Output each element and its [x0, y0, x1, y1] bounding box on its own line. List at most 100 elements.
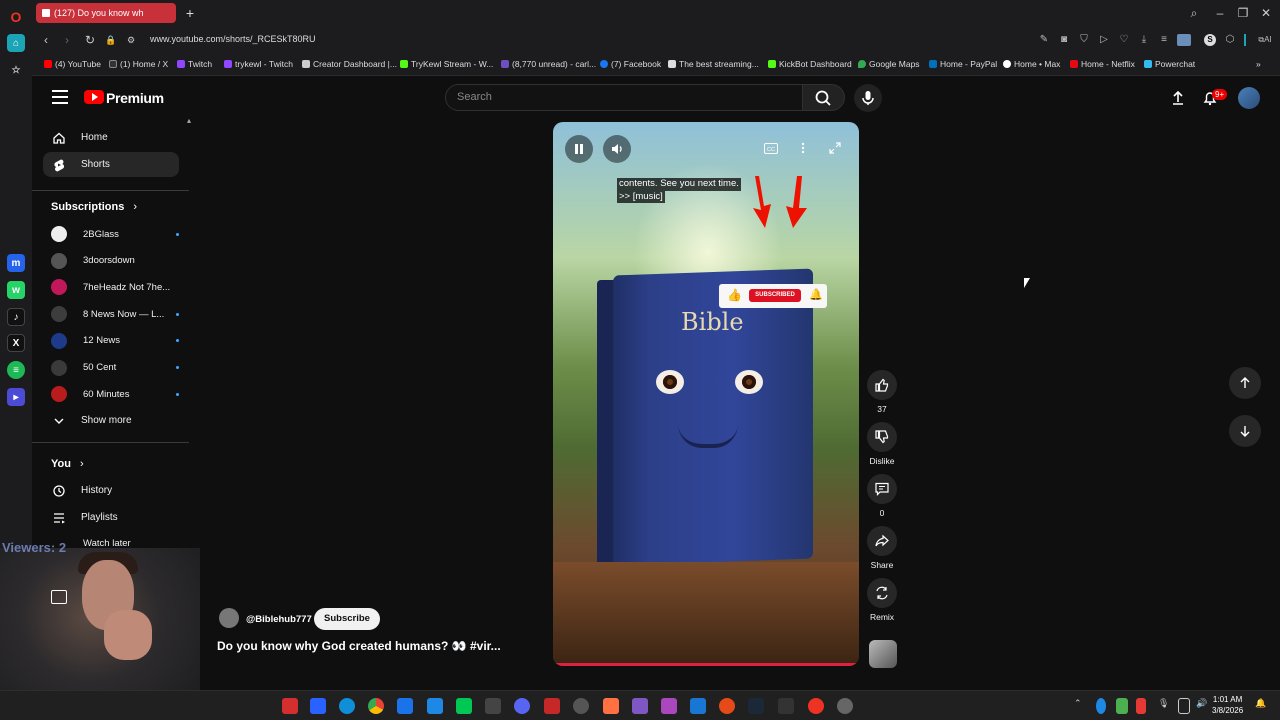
brand-label[interactable]: Premium — [106, 90, 164, 106]
create-upload-icon[interactable] — [1169, 89, 1187, 107]
heart-icon[interactable]: ♡ — [1118, 34, 1130, 46]
bookmark-item[interactable]: Home - Netflix — [1070, 59, 1135, 69]
site-settings-icon[interactable]: ⚙ — [123, 32, 139, 48]
whatsapp-icon[interactable]: w — [7, 281, 25, 299]
reload-icon[interactable]: ↻ — [82, 32, 98, 48]
epic-games-icon[interactable] — [778, 698, 794, 714]
sidebar-item-shorts[interactable]: Shorts — [43, 152, 179, 177]
taskbar-app-icon[interactable] — [603, 698, 619, 714]
taskbar-app-icon[interactable] — [397, 698, 413, 714]
back-icon[interactable]: ‹ — [38, 32, 54, 48]
bookmark-item[interactable]: (7) Facebook — [600, 59, 661, 69]
volume-button[interactable] — [603, 135, 631, 163]
opera-logo-icon[interactable]: O — [7, 8, 25, 26]
next-short-button[interactable] — [1229, 415, 1261, 447]
pinboard-icon[interactable]: ☆ — [7, 61, 25, 79]
remix-button[interactable]: Remix — [867, 578, 897, 622]
bookmarks-overflow-icon[interactable]: » — [1256, 59, 1261, 69]
taskbar-app-icon[interactable] — [661, 698, 677, 714]
taskbar-app-icon[interactable] — [544, 698, 560, 714]
steam-icon[interactable] — [748, 698, 764, 714]
bookmark-item[interactable]: TryKewl Stream - W... — [400, 59, 493, 69]
taskbar-app-icon[interactable] — [837, 698, 853, 714]
edit-icon[interactable]: ✎ — [1038, 34, 1050, 46]
bookmark-item[interactable]: trykewl - Twitch — [224, 59, 293, 69]
new-tab-button[interactable]: + — [182, 5, 198, 21]
comments-button[interactable]: 0 — [867, 474, 897, 518]
subscription-item[interactable]: 50 Cent — [51, 358, 179, 378]
play-icon[interactable]: ▷ — [1098, 34, 1110, 46]
bookmark-item[interactable]: Home - PayPal — [929, 59, 997, 69]
edge-icon[interactable] — [339, 698, 355, 714]
spotify-icon[interactable]: ≡ — [7, 361, 25, 379]
captions-button[interactable]: CC — [761, 138, 781, 158]
download-icon[interactable]: ⤓ — [1138, 34, 1150, 46]
url-field[interactable]: www.youtube.com/shorts/_RCESkT80RU — [150, 34, 316, 44]
taskbar-app-icon[interactable] — [690, 698, 706, 714]
taskbar-app-icon[interactable] — [310, 698, 326, 714]
extensions-icon[interactable]: ⬡ — [1224, 34, 1236, 46]
share-button[interactable]: Share — [867, 526, 897, 570]
menu-lines-icon[interactable]: ≡ — [1158, 34, 1170, 46]
chrome-icon[interactable] — [368, 698, 384, 714]
bookmark-item[interactable]: The best streaming... — [668, 59, 759, 69]
subscription-item[interactable]: 60 Minutes — [51, 384, 179, 404]
bookmark-item[interactable]: Creator Dashboard |... — [302, 59, 397, 69]
bookmark-item[interactable]: Home • Max — [1003, 59, 1060, 69]
taskbar-app-icon[interactable] — [719, 698, 735, 714]
bookmark-item[interactable]: (4) YouTube — [44, 59, 101, 69]
close-window-icon[interactable]: ✕ — [1258, 5, 1274, 21]
bluetooth-icon[interactable] — [1096, 698, 1106, 714]
sidebar-item-home[interactable]: Home — [43, 125, 179, 150]
account-avatar[interactable] — [1238, 87, 1260, 109]
your-videos-icon[interactable] — [51, 590, 67, 604]
hamburger-menu-icon[interactable] — [52, 90, 68, 104]
subscribe-button[interactable]: Subscribe — [314, 608, 380, 630]
taskbar-app-icon[interactable] — [427, 698, 443, 714]
pause-button[interactable] — [565, 135, 593, 163]
previous-short-button[interactable] — [1229, 367, 1261, 399]
subscription-item[interactable]: 12 News — [51, 331, 179, 351]
sidebar-item-watch-later[interactable]: Watch later — [83, 538, 131, 549]
tray-app-icon[interactable] — [1136, 698, 1146, 714]
show-more-button[interactable]: Show more — [43, 408, 179, 433]
tiktok-icon[interactable]: ♪ — [7, 308, 25, 326]
opera-icon[interactable] — [808, 698, 824, 714]
notifications-tray-icon[interactable]: 🔔 — [1255, 698, 1267, 714]
more-options-button[interactable] — [793, 138, 813, 158]
minimize-icon[interactable]: – — [1212, 5, 1228, 21]
taskbar-app-icon[interactable] — [632, 698, 648, 714]
you-heading[interactable]: You › — [51, 458, 84, 470]
subscription-item[interactable]: 2BGlass — [51, 224, 179, 244]
video-progress-bar[interactable] — [553, 663, 859, 666]
taskbar-app-icon[interactable] — [485, 698, 501, 714]
short-video-player[interactable]: Bible CC contents. See you next time. >>… — [553, 122, 859, 666]
search-input[interactable]: Search — [445, 84, 803, 111]
taskbar-app-icon[interactable] — [456, 698, 472, 714]
short-title[interactable]: Do you know why God created humans? 👀 #v… — [217, 639, 501, 653]
player-icon[interactable]: ▸ — [7, 388, 25, 406]
channel-avatar[interactable] — [219, 608, 239, 628]
subscription-item[interactable]: 8 News Now — L... — [51, 304, 179, 324]
messenger-icon[interactable]: m — [7, 254, 25, 272]
camera-icon[interactable]: ◙ — [1058, 34, 1070, 46]
obs-icon[interactable] — [573, 698, 589, 714]
extension-s-icon[interactable]: S — [1204, 34, 1216, 46]
x-icon[interactable]: X — [7, 334, 25, 352]
fullscreen-button[interactable] — [825, 138, 845, 158]
bookmark-item[interactable]: (1) Home / X — [109, 59, 168, 69]
shield-icon[interactable]: ⛉ — [1078, 34, 1090, 46]
search-tabs-icon[interactable]: ⌕ — [1186, 5, 1202, 21]
tray-overflow-icon[interactable]: ⌃ — [1074, 698, 1084, 714]
subscription-item[interactable]: 3doorsdown — [51, 251, 179, 271]
tray-app-icon[interactable] — [1116, 698, 1128, 714]
subscriptions-heading[interactable]: Subscriptions › — [51, 201, 137, 213]
search-button[interactable] — [803, 84, 845, 111]
bookmark-item[interactable]: Twitch — [177, 59, 212, 69]
taskbar-app-icon[interactable] — [282, 698, 298, 714]
channel-thumbnail[interactable] — [869, 640, 897, 668]
voice-search-button[interactable] — [854, 84, 882, 112]
sidebar-item-playlists[interactable]: Playlists — [43, 505, 179, 530]
aria-ai-icon[interactable]: ⧉AI — [1254, 34, 1276, 46]
subscription-item[interactable]: 7heHeadz Not 7he... — [51, 277, 179, 297]
